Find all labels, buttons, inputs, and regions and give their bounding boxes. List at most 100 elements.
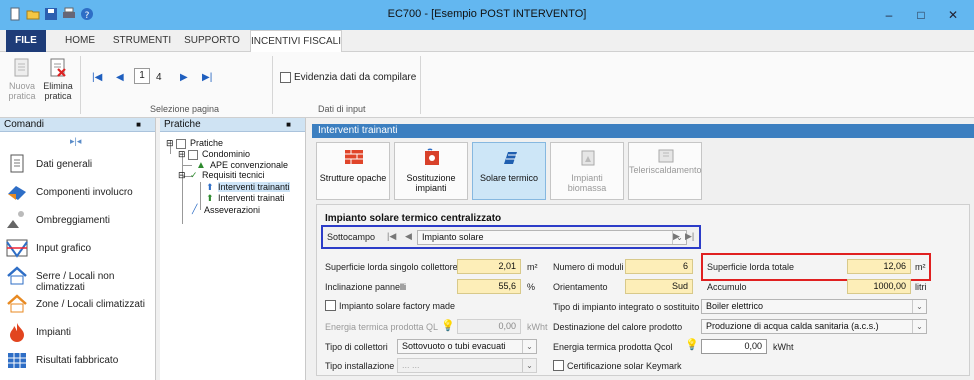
new-practice-button[interactable]: Nuova pratica <box>4 56 40 101</box>
previous-subfield-icon[interactable]: ◀ <box>405 231 412 242</box>
tree-item-interventi-trainanti[interactable]: Interventi trainanti <box>218 182 290 192</box>
superficie-singolo-label: Superficie lorda singolo collettore <box>325 262 458 272</box>
tree-item-interventi-trainati[interactable]: Interventi trainati <box>218 193 285 203</box>
destinazione-label: Destinazione del calore prodotto <box>553 322 683 332</box>
boiler-icon <box>425 148 439 165</box>
button-label: Impianti biomassa <box>567 173 607 193</box>
solar-panel-icon <box>504 152 517 164</box>
next-page-icon[interactable]: ▶ <box>180 72 188 83</box>
tipo-collettori-select[interactable]: Sottovuoto o tubi evacuati ⌄ <box>397 339 537 354</box>
pin-icon[interactable]: ■ <box>136 118 141 132</box>
numero-moduli-input[interactable]: 6 <box>625 259 693 274</box>
cmd-risultati-fabbricato[interactable]: Risultati fabbricato <box>0 346 156 374</box>
unit-m2: m² <box>527 262 538 272</box>
arrow-up-icon: ⬆ <box>206 182 214 192</box>
destinazione-select[interactable]: Produzione di acqua calda sanitaria (a.c… <box>701 319 927 334</box>
evidenzia-checkbox[interactable] <box>280 72 291 83</box>
energia-ql-input: 0,00 <box>457 319 521 334</box>
tree-item-requisiti[interactable]: Requisiti tecnici <box>202 170 265 180</box>
tree-toggle-icon[interactable]: ⊟ <box>178 149 186 160</box>
cmd-label: Dati generali <box>36 159 93 170</box>
brick-wall-icon <box>345 150 363 164</box>
energia-qcol-input[interactable]: 0,00 <box>701 339 767 354</box>
last-page-icon[interactable]: ▶| <box>202 72 212 83</box>
title-bar: ? EC700 - [Esempio POST INTERVENTO] – □ … <box>0 0 974 30</box>
orientamento-input[interactable]: Sud <box>625 279 693 294</box>
comandi-header: Comandi ■ <box>0 118 155 132</box>
close-button[interactable]: ✕ <box>938 5 968 25</box>
first-subfield-icon[interactable]: |◀ <box>387 231 396 242</box>
solare-termico-button[interactable]: Solare termico <box>472 142 546 200</box>
delete-practice-label: Elimina pratica <box>43 81 73 101</box>
tab-supporto[interactable]: SUPPORTO <box>180 30 244 52</box>
expand-handle-icon[interactable]: ▸|◂ <box>70 136 81 147</box>
sottocampo-bar: Sottocampo |◀ ◀ Impianto solare ⌄ ▶ ▶| <box>321 225 701 249</box>
main-content: Interventi trainanti Strutture opache So… <box>312 118 974 380</box>
accumulo-label: Accumulo <box>707 282 747 292</box>
sostituzione-impianti-button[interactable]: Sostituzione impianti <box>394 142 468 200</box>
maximize-button[interactable]: □ <box>906 5 936 25</box>
tree-item-ape[interactable]: APE convenzionale <box>210 160 288 170</box>
previous-page-icon[interactable]: ◀ <box>116 72 124 83</box>
cmd-componenti-involucro[interactable]: Componenti involucro <box>0 178 156 206</box>
unit-m2: m² <box>915 262 926 272</box>
tipo-collettori-value: Sottovuoto o tubi evacuati <box>402 341 506 351</box>
document-icon <box>188 150 198 160</box>
lightbulb-icon: 💡 <box>441 320 455 332</box>
tipo-impianto-label: Tipo di impianto integrato o sostituito <box>553 302 700 312</box>
page-total: 4 <box>156 72 162 83</box>
tab-incentivi-fiscali[interactable]: INCENTIVI FISCALI <box>250 30 342 53</box>
unit-kwht: kWht <box>527 322 548 332</box>
minimize-button[interactable]: – <box>874 5 904 25</box>
comandi-title: Comandi <box>4 119 45 130</box>
tree-item-asseverazioni[interactable]: Asseverazioni <box>204 205 260 215</box>
next-subfield-icon[interactable]: ▶ <box>673 231 680 242</box>
tipo-impianto-select[interactable]: Boiler elettrico ⌄ <box>701 299 927 314</box>
delete-practice-button[interactable]: Elimina pratica <box>40 56 76 101</box>
house-outline-icon <box>7 266 27 285</box>
tree-line <box>200 182 201 210</box>
page-number-input[interactable]: 1 <box>134 68 150 84</box>
cmd-label: Impianti <box>36 327 72 338</box>
superficie-singolo-input[interactable]: 2,01 <box>457 259 521 274</box>
tab-file[interactable]: FILE <box>6 30 46 52</box>
destinazione-value: Produzione di acqua calda sanitaria (a.c… <box>706 321 879 331</box>
cmd-dati-generali[interactable]: Dati generali <box>0 150 156 178</box>
impianti-biomassa-button[interactable]: Impianti biomassa <box>550 142 624 200</box>
chevron-down-icon: ⌄ <box>912 300 926 313</box>
tree-toggle-icon[interactable]: ⊟ <box>178 170 186 181</box>
first-page-icon[interactable]: |◀ <box>92 72 102 83</box>
keymark-checkbox[interactable] <box>553 360 564 371</box>
solar-form-frame: Impianto solare termico centralizzato So… <box>316 204 970 376</box>
last-subfield-icon[interactable]: ▶| <box>685 231 694 242</box>
tree-item-condominio[interactable]: Condominio <box>202 149 250 159</box>
sottocampo-select[interactable]: Impianto solare ⌄ <box>417 230 687 245</box>
chevron-down-icon: ⌄ <box>522 340 536 353</box>
tree-toggle-icon[interactable]: ⊟ <box>166 138 174 149</box>
cmd-serre[interactable]: Serre / Locali non climatizzati <box>0 262 156 293</box>
teleriscaldamento-button[interactable]: Teleriscaldamento <box>628 142 702 200</box>
cmd-impianti[interactable]: Impianti <box>0 318 156 346</box>
tree-line <box>182 152 183 224</box>
tab-home[interactable]: HOME <box>58 30 102 52</box>
cmd-input-grafico[interactable]: Input grafico <box>0 234 156 262</box>
cmd-zone[interactable]: Zone / Locali climatizzati <box>0 290 156 318</box>
pin-icon[interactable]: ■ <box>286 118 291 132</box>
tab-strumenti[interactable]: STRUMENTI <box>110 30 174 52</box>
tipo-impianto-value: Boiler elettrico <box>706 301 764 311</box>
section-title: Impianto solare termico centralizzato <box>325 213 502 224</box>
graphic-input-icon <box>6 239 28 258</box>
lightbulb-icon: 💡 <box>685 339 699 351</box>
cmd-ombreggiamenti[interactable]: Ombreggiamenti <box>0 206 156 234</box>
main-header: Interventi trainanti <box>312 124 974 138</box>
button-label: Solare termico <box>479 173 539 183</box>
inclinazione-input[interactable]: 55,6 <box>457 279 521 294</box>
accumulo-input[interactable]: 1000,00 <box>847 279 911 294</box>
button-label: Sostituzione impianti <box>406 173 456 193</box>
tipo-installazione-select[interactable]: ... ... ⌄ <box>397 358 537 373</box>
strutture-opache-button[interactable]: Strutture opache <box>316 142 390 200</box>
factory-made-checkbox[interactable] <box>325 300 336 311</box>
new-practice-label: Nuova pratica <box>8 81 36 101</box>
numero-moduli-label: Numero di moduli <box>553 262 624 272</box>
tree-item-pratiche[interactable]: Pratiche <box>190 138 223 148</box>
